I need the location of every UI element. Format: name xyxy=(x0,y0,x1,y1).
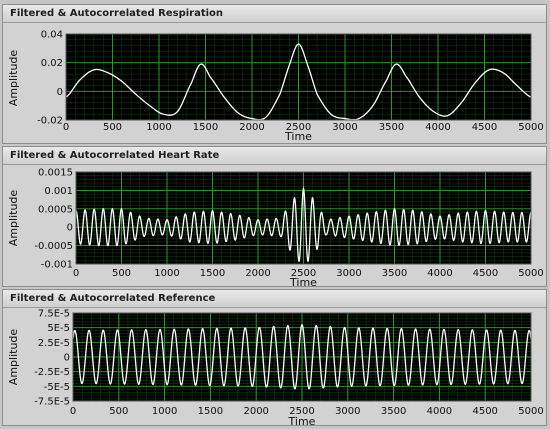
x-tick-label: 3500 xyxy=(379,122,404,133)
y-tick-label: 2.5E-5 xyxy=(38,338,70,349)
x-tick-label: 500 xyxy=(103,122,122,133)
x-tick-label: 1500 xyxy=(193,122,218,133)
heart-rate-graph-title: Filtered & Autocorrelated Heart Rate xyxy=(3,147,546,165)
y-tick-label: 0.0015 xyxy=(38,168,73,179)
x-tick-label: 5000 xyxy=(518,406,543,417)
x-tick-label: 2000 xyxy=(245,268,270,279)
x-axis-label: Time xyxy=(284,130,312,143)
reference-graph-panel: Filtered & Autocorrelated Reference 0 500… xyxy=(2,289,547,426)
respiration-graph-panel: Filtered & Autocorrelated Respiration 0 5… xyxy=(2,4,547,144)
heart-rate-graph-panel: Filtered & Autocorrelated Heart Rate 0 50… xyxy=(2,146,547,287)
respiration-chart[interactable]: 0 500 1000 1500 2000 2500 3000 3500 4000 4500 5000… xyxy=(3,24,546,144)
x-tick-label: 1000 xyxy=(154,268,179,279)
y-axis-label: Amplitude xyxy=(7,329,20,386)
x-tick-label: 0 xyxy=(63,122,69,133)
x-tick-label: 5000 xyxy=(518,122,543,133)
x-tick-label: 1000 xyxy=(152,406,177,417)
x-tick-label: 0 xyxy=(73,268,79,279)
x-tick-label: 2000 xyxy=(243,406,268,417)
x-axis-label: Time xyxy=(288,415,316,426)
y-tick-label: 0 xyxy=(57,87,63,98)
x-tick-label: 5000 xyxy=(518,268,543,279)
y-tick-label: -2.5E-5 xyxy=(34,367,70,378)
x-tick-label: 1500 xyxy=(198,406,223,417)
y-tick-label: 5E-5 xyxy=(47,323,70,334)
x-tick-label: 3000 xyxy=(332,122,357,133)
x-tick-label: 4000 xyxy=(425,122,450,133)
x-tick-label: 4500 xyxy=(472,406,497,417)
y-tick-label: 0.001 xyxy=(44,186,73,197)
x-tick-label: 3500 xyxy=(382,268,407,279)
x-tick-label: 4000 xyxy=(427,406,452,417)
reference-chart[interactable]: 0 500 1000 1500 2000 2500 3000 3500 4000 4500 5000… xyxy=(3,309,546,426)
heart-rate-chart[interactable]: 0 500 1000 1500 2000 2500 3000 3500 4000 4500 5000… xyxy=(3,166,546,288)
y-axis-label: Amplitude xyxy=(7,190,20,247)
x-tick-label: 500 xyxy=(109,406,128,417)
x-tick-label: 1500 xyxy=(200,268,225,279)
x-tick-label: 3000 xyxy=(336,268,361,279)
x-tick-label: 4500 xyxy=(472,122,497,133)
reference-graph-title: Filtered & Autocorrelated Reference xyxy=(3,290,546,308)
y-tick-label: -0.02 xyxy=(37,116,63,127)
y-tick-label: 0.02 xyxy=(41,58,63,69)
y-tick-label: 0.04 xyxy=(41,30,63,41)
y-tick-label: -0.001 xyxy=(41,260,73,271)
window: Filtered & Autocorrelated Respiration 0 5… xyxy=(0,0,550,429)
y-axis-label: Amplitude xyxy=(7,50,20,107)
x-tick-label: 500 xyxy=(112,268,131,279)
x-axis-label: Time xyxy=(289,276,317,287)
x-tick-label: 3000 xyxy=(335,406,360,417)
y-tick-label: 0 xyxy=(64,353,70,364)
y-tick-label: 7.5E-5 xyxy=(38,309,70,320)
x-tick-label: 2000 xyxy=(239,122,264,133)
x-tick-label: 4000 xyxy=(427,268,452,279)
x-tick-label: 3500 xyxy=(381,406,406,417)
y-tick-label: -5E-5 xyxy=(44,382,70,393)
x-tick-label: 0 xyxy=(70,406,76,417)
y-tick-label: -7.5E-5 xyxy=(34,397,70,408)
respiration-graph-title: Filtered & Autocorrelated Respiration xyxy=(3,5,546,23)
x-tick-label: 4500 xyxy=(473,268,498,279)
y-tick-label: 0.0005 xyxy=(38,204,73,215)
y-tick-label: 0 xyxy=(67,223,73,234)
x-tick-label: 1000 xyxy=(146,122,171,133)
y-tick-label: -0.0005 xyxy=(34,241,73,252)
